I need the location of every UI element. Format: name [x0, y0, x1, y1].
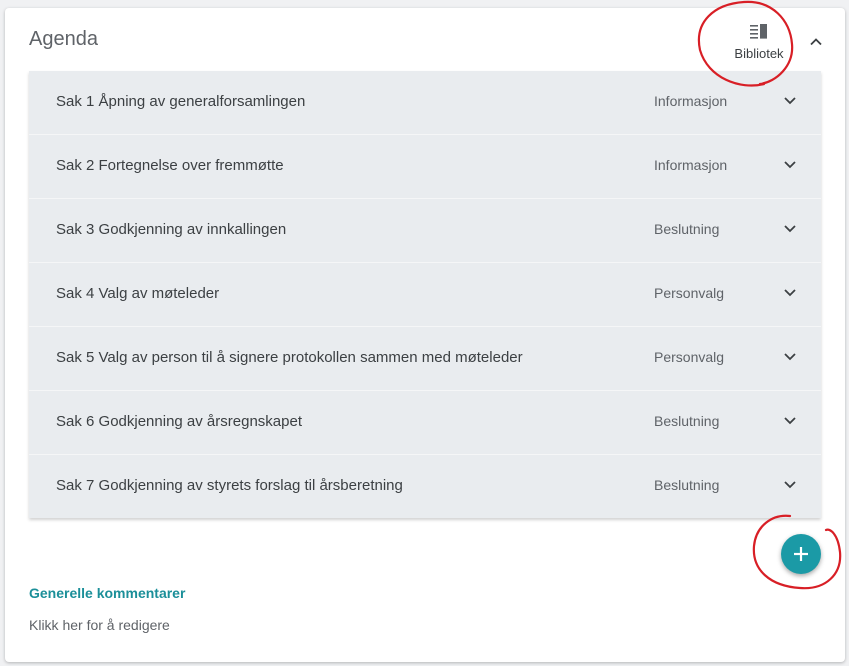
- agenda-item-type: Beslutning: [654, 221, 720, 237]
- agenda-item-title: Sak 1 Åpning av generalforsamlingen: [56, 93, 306, 110]
- chevron-down-icon[interactable]: [781, 91, 799, 109]
- agenda-item-type: Informasjon: [654, 93, 728, 109]
- collapse-button[interactable]: [805, 30, 827, 52]
- agenda-item-type: Beslutning: [654, 413, 720, 429]
- library-label: Bibliotek: [734, 46, 784, 61]
- agenda-item[interactable]: Sak 4 Valg av møteleder Personvalg: [29, 263, 821, 327]
- chevron-up-icon: [810, 37, 822, 45]
- agenda-title: Agenda: [29, 28, 98, 50]
- agenda-card: Agenda Bibliotek Sak 1 Åpning av general…: [5, 8, 845, 662]
- agenda-item[interactable]: Sak 3 Godkjenning av innkallingen Beslut…: [29, 199, 821, 263]
- chevron-down-icon[interactable]: [781, 475, 799, 493]
- chevron-down-icon[interactable]: [781, 219, 799, 237]
- chevron-down-icon[interactable]: [781, 283, 799, 301]
- add-agenda-item-button[interactable]: [781, 534, 821, 574]
- plus-icon: [794, 547, 808, 561]
- agenda-item-title: Sak 2 Fortegnelse over fremmøtte: [56, 157, 284, 174]
- chevron-down-icon[interactable]: [781, 411, 799, 429]
- agenda-item-type: Personvalg: [654, 285, 725, 301]
- agenda-item-title: Sak 6 Godkjenning av årsregnskapet: [56, 413, 302, 430]
- agenda-item-type: Informasjon: [654, 157, 728, 173]
- agenda-item[interactable]: Sak 1 Åpning av generalforsamlingen Info…: [29, 71, 821, 135]
- agenda-item-title: Sak 3 Godkjenning av innkallingen: [56, 221, 287, 238]
- comments-edit-field[interactable]: Klikk her for å redigere: [29, 617, 170, 633]
- agenda-item-title: Sak 7 Godkjenning av styrets forslag til…: [56, 477, 403, 494]
- library-button[interactable]: Bibliotek: [723, 16, 795, 74]
- agenda-list: Sak 1 Åpning av generalforsamlingen Info…: [29, 71, 821, 518]
- agenda-item[interactable]: Sak 5 Valg av person til å signere proto…: [29, 327, 821, 391]
- agenda-item[interactable]: Sak 6 Godkjenning av årsregnskapet Beslu…: [29, 391, 821, 455]
- agenda-item[interactable]: Sak 2 Fortegnelse over fremmøtte Informa…: [29, 135, 821, 199]
- chevron-down-icon[interactable]: [781, 347, 799, 365]
- library-icon: [750, 24, 767, 39]
- comments-title: Generelle kommentarer: [29, 585, 186, 601]
- chevron-down-icon[interactable]: [781, 155, 799, 173]
- agenda-item-type: Personvalg: [654, 349, 725, 365]
- agenda-item-type: Beslutning: [654, 477, 720, 493]
- agenda-item-title: Sak 4 Valg av møteleder: [56, 285, 220, 302]
- agenda-item-title: Sak 5 Valg av person til å signere proto…: [56, 349, 523, 366]
- agenda-item[interactable]: Sak 7 Godkjenning av styrets forslag til…: [29, 455, 821, 518]
